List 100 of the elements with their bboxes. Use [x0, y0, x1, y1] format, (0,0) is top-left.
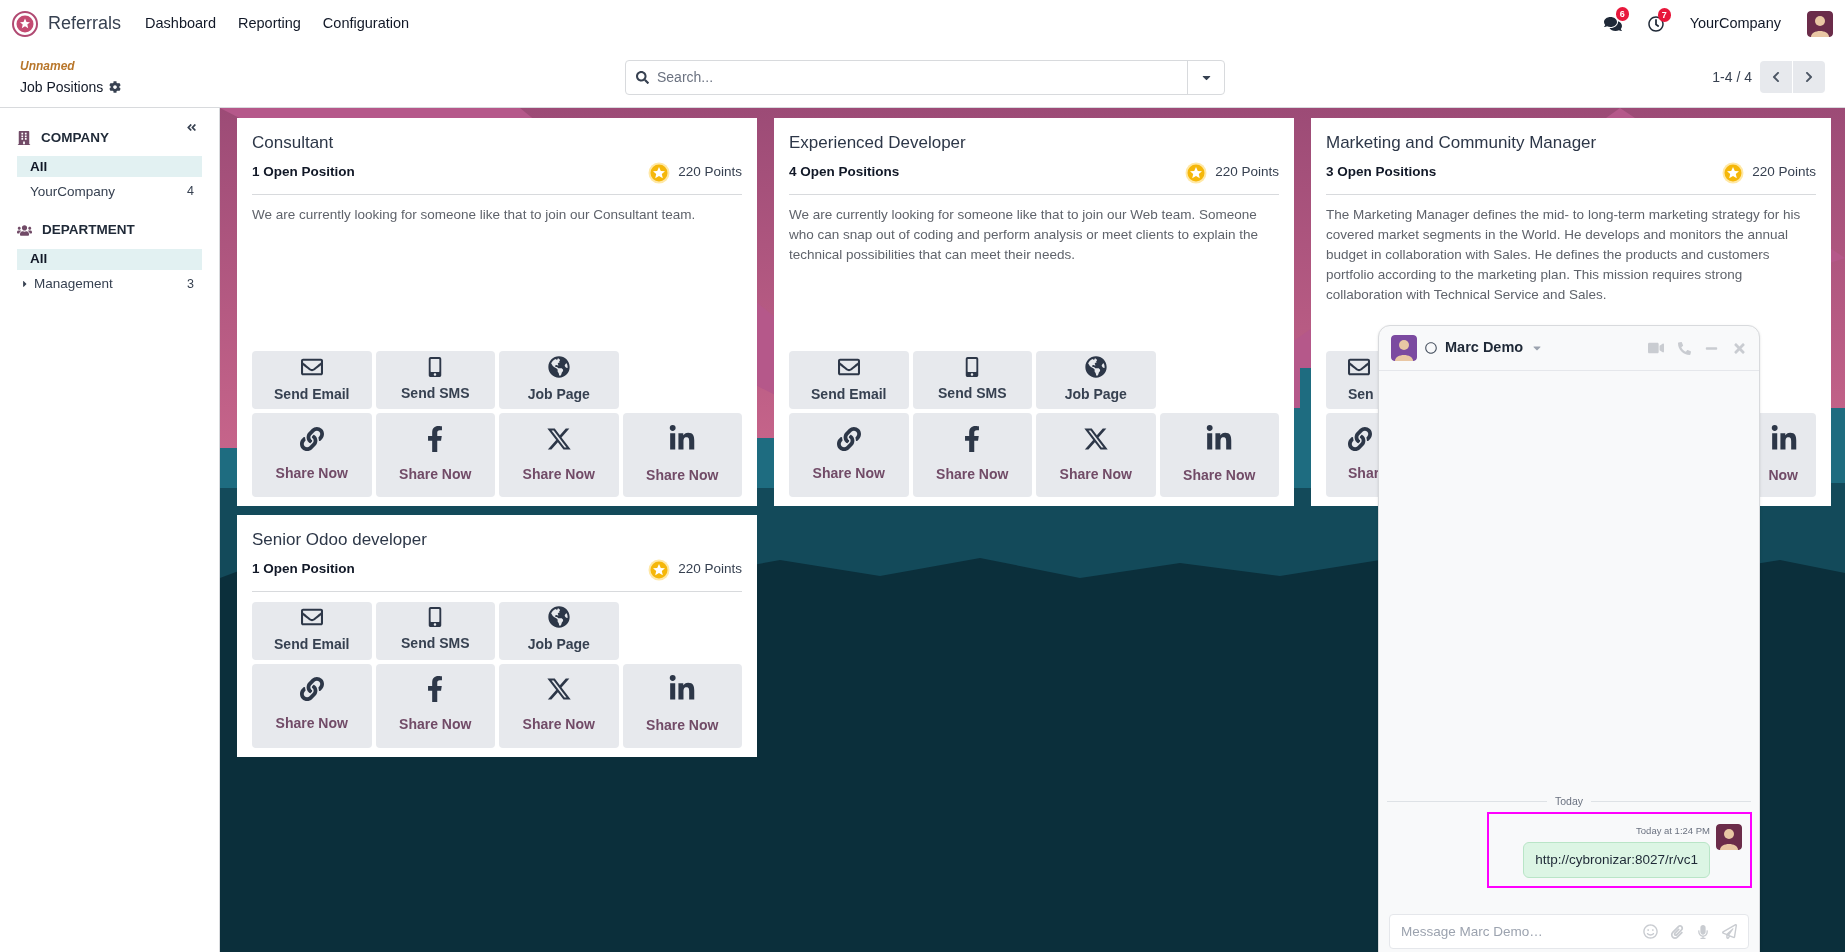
emoji-icon[interactable]: [1643, 924, 1658, 939]
message-time: Today at 1:24 PM: [1636, 823, 1710, 838]
share-button[interactable]: Share Now: [499, 413, 619, 497]
share-button[interactable]: Share Now: [499, 663, 619, 748]
job-title: Senior Odoo developer: [252, 529, 428, 551]
next-button[interactable]: [1793, 61, 1825, 93]
search-field[interactable]: Search...: [625, 59, 1225, 95]
collapse-icon[interactable]: [186, 122, 197, 133]
action-button[interactable]: Job Page: [1036, 351, 1156, 409]
job-description: We are currently looking for someone like that to join our Consultant team.: [252, 205, 697, 224]
link-icon: [1348, 426, 1372, 451]
action-button[interactable]: Send Email: [252, 351, 372, 409]
share-button[interactable]: Share Now: [252, 413, 372, 497]
people-icon: [17, 222, 32, 238]
share-button[interactable]: Share Now: [622, 413, 742, 497]
job-title: Marketing and Community Manager: [1326, 132, 1598, 154]
contact-avatar: [1391, 335, 1417, 361]
coin-icon: [1185, 161, 1208, 184]
settings-icon[interactable]: [109, 81, 122, 93]
section-title: COMPANY: [41, 129, 109, 147]
coin-icon: [648, 161, 671, 184]
linkedin-icon: [1770, 424, 1798, 453]
sender-avatar: [1716, 823, 1742, 850]
microphone-icon[interactable]: [1696, 924, 1710, 939]
chevron-left-icon: [1770, 71, 1782, 83]
share-button[interactable]: Share Now: [375, 413, 495, 497]
open-positions: 1 Open Position: [252, 560, 355, 579]
filter-item[interactable]: All: [17, 156, 202, 178]
filter-item[interactable]: YourCompany 4: [17, 181, 202, 203]
link-icon: [836, 426, 861, 451]
share-button[interactable]: Share Now: [375, 663, 495, 748]
chat-contact-name[interactable]: Marc Demo: [1445, 337, 1524, 359]
job-description: We are currently looking for someone like that to join our Web team. Someone who can snap out of coding and perform analysis or meet clients to explain the technical possibilities that can meet their needs.: [789, 205, 1260, 264]
messages-icon[interactable]: [1603, 14, 1622, 33]
action-button[interactable]: Send SMS: [912, 351, 1032, 409]
envelope-icon: [300, 606, 323, 628]
search-input[interactable]: Search...: [657, 60, 1187, 94]
x-icon: [1082, 425, 1109, 452]
app-logo-icon[interactable]: [12, 10, 38, 37]
close-icon[interactable]: [1732, 340, 1747, 356]
coin-icon: [1722, 161, 1745, 184]
share-button[interactable]: Share Now: [912, 413, 1032, 497]
notification-badge: 7: [1657, 7, 1671, 22]
action-button[interactable]: Send Email: [789, 351, 909, 409]
message-field[interactable]: Message Marc Demo…: [1389, 914, 1749, 949]
section-title: DEPARTMENT: [42, 221, 135, 240]
menu-item[interactable]: Dashboard: [145, 12, 216, 35]
coin-icon: [648, 558, 671, 581]
action-button[interactable]: Send SMS: [375, 601, 495, 660]
linkedin-icon: [1205, 424, 1234, 453]
status-icon: [1425, 342, 1437, 354]
open-positions: 3 Open Positions: [1326, 163, 1437, 182]
share-button[interactable]: Share Now: [252, 663, 372, 748]
app-name[interactable]: Referrals: [48, 10, 122, 37]
user-avatar: [1807, 10, 1833, 37]
activities-icon[interactable]: [1647, 15, 1664, 32]
link-icon: [299, 677, 324, 701]
company-switcher[interactable]: YourCompany: [1689, 12, 1781, 35]
x-icon: [545, 676, 572, 702]
filter-item[interactable]: All: [17, 248, 202, 270]
breadcrumb-link[interactable]: Unnamed: [20, 56, 75, 75]
action-button[interactable]: Job Page: [499, 601, 619, 660]
share-button[interactable]: Share Now: [1159, 413, 1279, 497]
action-button[interactable]: Send SMS: [375, 351, 495, 409]
page-title: Job Positions: [20, 77, 104, 97]
previous-button[interactable]: [1760, 61, 1792, 93]
job-description: The Marketing Manager defines the mid- to long-term marketing strategy for his covered market segments in the World. He develops and monitors the annual budget in collaboration with Sales. He defines the products and customers portfolio according to the marketing plan. This mission requires strong collaboration with Technical Service and Sales.: [1326, 205, 1802, 304]
link-icon: [299, 426, 324, 451]
send-icon[interactable]: [1722, 924, 1737, 939]
share-button[interactable]: Share Now: [1036, 413, 1156, 497]
points-label: 220 Points: [1215, 163, 1279, 182]
points-label: 220 Points: [1752, 163, 1816, 182]
menu-item[interactable]: Configuration: [322, 12, 410, 35]
date-separator: Today: [1555, 793, 1583, 809]
linkedin-icon: [668, 424, 697, 453]
attachment-icon[interactable]: [1670, 924, 1684, 939]
video-icon[interactable]: [1648, 340, 1664, 356]
open-positions: 4 Open Positions: [789, 163, 900, 182]
menu-item[interactable]: Reporting: [237, 12, 301, 35]
linkedin-icon: [668, 675, 697, 703]
share-button[interactable]: Share Now: [622, 663, 742, 748]
globe-icon: [1084, 355, 1107, 378]
notification-badge: 6: [1615, 6, 1629, 21]
job-title: Consultant: [252, 132, 335, 154]
filter-item[interactable]: Management 3: [17, 273, 202, 295]
open-positions: 1 Open Position: [252, 163, 355, 182]
job-title: Experienced Developer: [789, 132, 967, 154]
globe-icon: [547, 606, 570, 628]
search-icon: [636, 70, 649, 84]
x-icon: [545, 425, 572, 452]
points-label: 220 Points: [678, 163, 742, 182]
globe-icon: [547, 355, 570, 378]
pager-value: 1-4 / 4: [1712, 67, 1752, 87]
building-icon: [17, 131, 31, 146]
action-button[interactable]: Job Page: [499, 351, 619, 409]
share-button[interactable]: Share Now: [789, 413, 909, 497]
message-input[interactable]: Message Marc Demo…: [1401, 915, 1631, 948]
message-bubble: http://cybronizar:8027/r/vc1: [1523, 841, 1710, 878]
action-button[interactable]: Send Email: [252, 601, 372, 660]
phone-icon[interactable]: [1678, 341, 1691, 355]
